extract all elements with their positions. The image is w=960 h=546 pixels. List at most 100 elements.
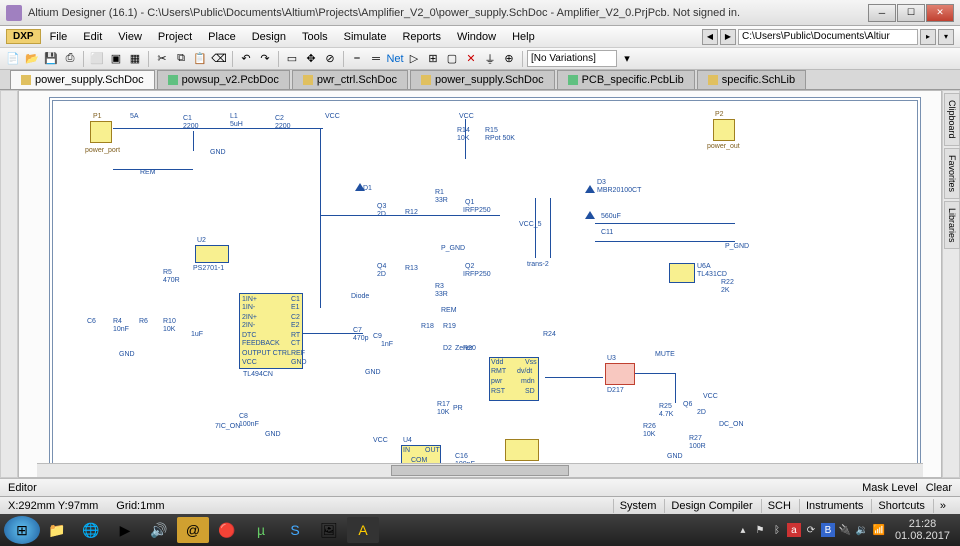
panel-system[interactable]: System: [613, 499, 663, 513]
right-rail: Clipboard Favorites Libraries: [942, 90, 960, 478]
sheet-icon[interactable]: ▢: [443, 50, 461, 68]
print-icon[interactable]: ⎙: [61, 50, 79, 68]
tray-wifi-icon[interactable]: 📶: [872, 523, 886, 537]
ic-d217[interactable]: [605, 363, 635, 385]
horizontal-scrollbar[interactable]: [37, 463, 923, 477]
power-out-port[interactable]: [713, 119, 735, 141]
zoom-sel-icon[interactable]: ▦: [126, 50, 144, 68]
tray-power-icon[interactable]: 🔌: [838, 523, 852, 537]
maximize-button[interactable]: ☐: [897, 4, 925, 22]
menu-file[interactable]: File: [43, 29, 75, 45]
tray-av-icon[interactable]: a: [787, 523, 801, 537]
netlabel-icon[interactable]: Net: [386, 50, 404, 68]
tray-vol-icon[interactable]: 🔉: [855, 523, 869, 537]
cross-icon[interactable]: ⊕: [500, 50, 518, 68]
menu-help[interactable]: Help: [505, 29, 542, 45]
tray-net-icon[interactable]: ⟳: [804, 523, 818, 537]
menu-simulate[interactable]: Simulate: [337, 29, 394, 45]
tray-bt-icon[interactable]: ᛒ: [770, 523, 784, 537]
menu-design[interactable]: Design: [245, 29, 293, 45]
nav-fwd-button[interactable]: ▶: [720, 29, 736, 45]
diode-icon: [585, 185, 595, 193]
tab-powsup-pcb[interactable]: powsup_v2.PcbDoc: [157, 70, 290, 89]
open-icon[interactable]: 📂: [23, 50, 41, 68]
copy-icon[interactable]: ⧉: [172, 50, 190, 68]
power-icon[interactable]: ⏚: [481, 50, 499, 68]
variations-combo[interactable]: [No Variations]: [527, 50, 617, 67]
ic-tl431[interactable]: [669, 263, 695, 283]
tray-up-icon[interactable]: ▴: [736, 523, 750, 537]
prog-port[interactable]: [505, 439, 539, 461]
ic-opto[interactable]: [195, 245, 229, 263]
save-icon[interactable]: 💾: [42, 50, 60, 68]
taskbar-skype-icon[interactable]: S: [279, 517, 311, 543]
deselect-icon[interactable]: ⊘: [321, 50, 339, 68]
panel-toggle-icon[interactable]: »: [933, 499, 952, 513]
move-icon[interactable]: ✥: [302, 50, 320, 68]
cursor-coordinates: X:292mm Y:97mm: [8, 500, 98, 512]
panel-sch[interactable]: SCH: [761, 499, 797, 513]
sch-icon: [421, 75, 431, 85]
clear-button[interactable]: Clear: [926, 482, 952, 494]
panel-instruments[interactable]: Instruments: [799, 499, 869, 513]
left-rail: [0, 90, 18, 478]
scrollbar-thumb[interactable]: [391, 465, 568, 476]
taskbar-chrome-icon[interactable]: 🔴: [211, 517, 243, 543]
taskbar-photos-icon[interactable]: 🖼: [313, 517, 345, 543]
tab-pcb-specific[interactable]: PCB_specific.PcbLib: [557, 70, 695, 89]
wire-icon[interactable]: ⎯: [348, 50, 366, 68]
menu-edit[interactable]: Edit: [76, 29, 109, 45]
taskbar-altium-icon[interactable]: A: [347, 517, 379, 543]
tab-power-supply-2[interactable]: power_supply.SchDoc: [410, 70, 555, 89]
var-icon[interactable]: ▾: [618, 50, 636, 68]
menu-place[interactable]: Place: [201, 29, 243, 45]
part-icon[interactable]: ⊞: [424, 50, 442, 68]
tab-power-supply[interactable]: power_supply.SchDoc: [10, 70, 155, 89]
dxp-menu[interactable]: DXP: [6, 29, 41, 44]
power-port[interactable]: [90, 121, 112, 143]
nav-go-button[interactable]: ▸: [920, 29, 936, 45]
noerc-icon[interactable]: ✕: [462, 50, 480, 68]
taskbar-explorer-icon[interactable]: 📁: [41, 517, 73, 543]
zoom-area-icon[interactable]: ▣: [107, 50, 125, 68]
taskbar-clock[interactable]: 21:28 01.08.2017: [889, 518, 956, 542]
nav-back-button[interactable]: ◀: [702, 29, 718, 45]
mask-level-button[interactable]: Mask Level: [862, 482, 918, 494]
taskbar-utorrent-icon[interactable]: µ: [245, 517, 277, 543]
tab-pwr-ctrl[interactable]: pwr_ctrl.SchDoc: [292, 70, 408, 89]
taskbar-ie-icon[interactable]: 🌐: [75, 517, 107, 543]
menu-reports[interactable]: Reports: [395, 29, 448, 45]
new-icon[interactable]: 📄: [4, 50, 22, 68]
panel-favorites[interactable]: Favorites: [944, 148, 960, 199]
menu-tools[interactable]: Tools: [295, 29, 335, 45]
zoom-fit-icon[interactable]: ⬜: [88, 50, 106, 68]
panel-design-compiler[interactable]: Design Compiler: [664, 499, 758, 513]
taskbar-app-icon[interactable]: @: [177, 517, 209, 543]
paste-icon[interactable]: 📋: [191, 50, 209, 68]
bus-icon[interactable]: ═: [367, 50, 385, 68]
nav-menu-button[interactable]: ▾: [938, 29, 954, 45]
menu-window[interactable]: Window: [450, 29, 503, 45]
menu-view[interactable]: View: [111, 29, 149, 45]
sch-icon: [21, 75, 31, 85]
taskbar-wmp-icon[interactable]: ▶: [109, 517, 141, 543]
redo-icon[interactable]: ↷: [256, 50, 274, 68]
path-input[interactable]: [738, 29, 918, 45]
port-icon[interactable]: ▷: [405, 50, 423, 68]
undo-icon[interactable]: ↶: [237, 50, 255, 68]
schematic-canvas[interactable]: P1 power_port 5A REM C1 2200 L1 5uH C2 2…: [18, 90, 942, 478]
main-toolbar: 📄 📂 💾 ⎙ ⬜ ▣ ▦ ✂ ⧉ 📋 ⌫ ↶ ↷ ▭ ✥ ⊘ ⎯ ═ Net …: [0, 48, 960, 70]
close-button[interactable]: ✕: [926, 4, 954, 22]
rubber-icon[interactable]: ⌫: [210, 50, 228, 68]
taskbar-volume-icon[interactable]: 🔊: [143, 517, 175, 543]
panel-libraries[interactable]: Libraries: [944, 201, 960, 250]
minimize-button[interactable]: ─: [868, 4, 896, 22]
panel-shortcuts[interactable]: Shortcuts: [871, 499, 930, 513]
select-icon[interactable]: ▭: [283, 50, 301, 68]
tray-lang-icon[interactable]: В: [821, 523, 835, 537]
menu-project[interactable]: Project: [151, 29, 199, 45]
tray-flag-icon[interactable]: ⚑: [753, 523, 767, 537]
cut-icon[interactable]: ✂: [153, 50, 171, 68]
tab-specific-schlib[interactable]: specific.SchLib: [697, 70, 806, 89]
panel-clipboard[interactable]: Clipboard: [944, 93, 960, 146]
